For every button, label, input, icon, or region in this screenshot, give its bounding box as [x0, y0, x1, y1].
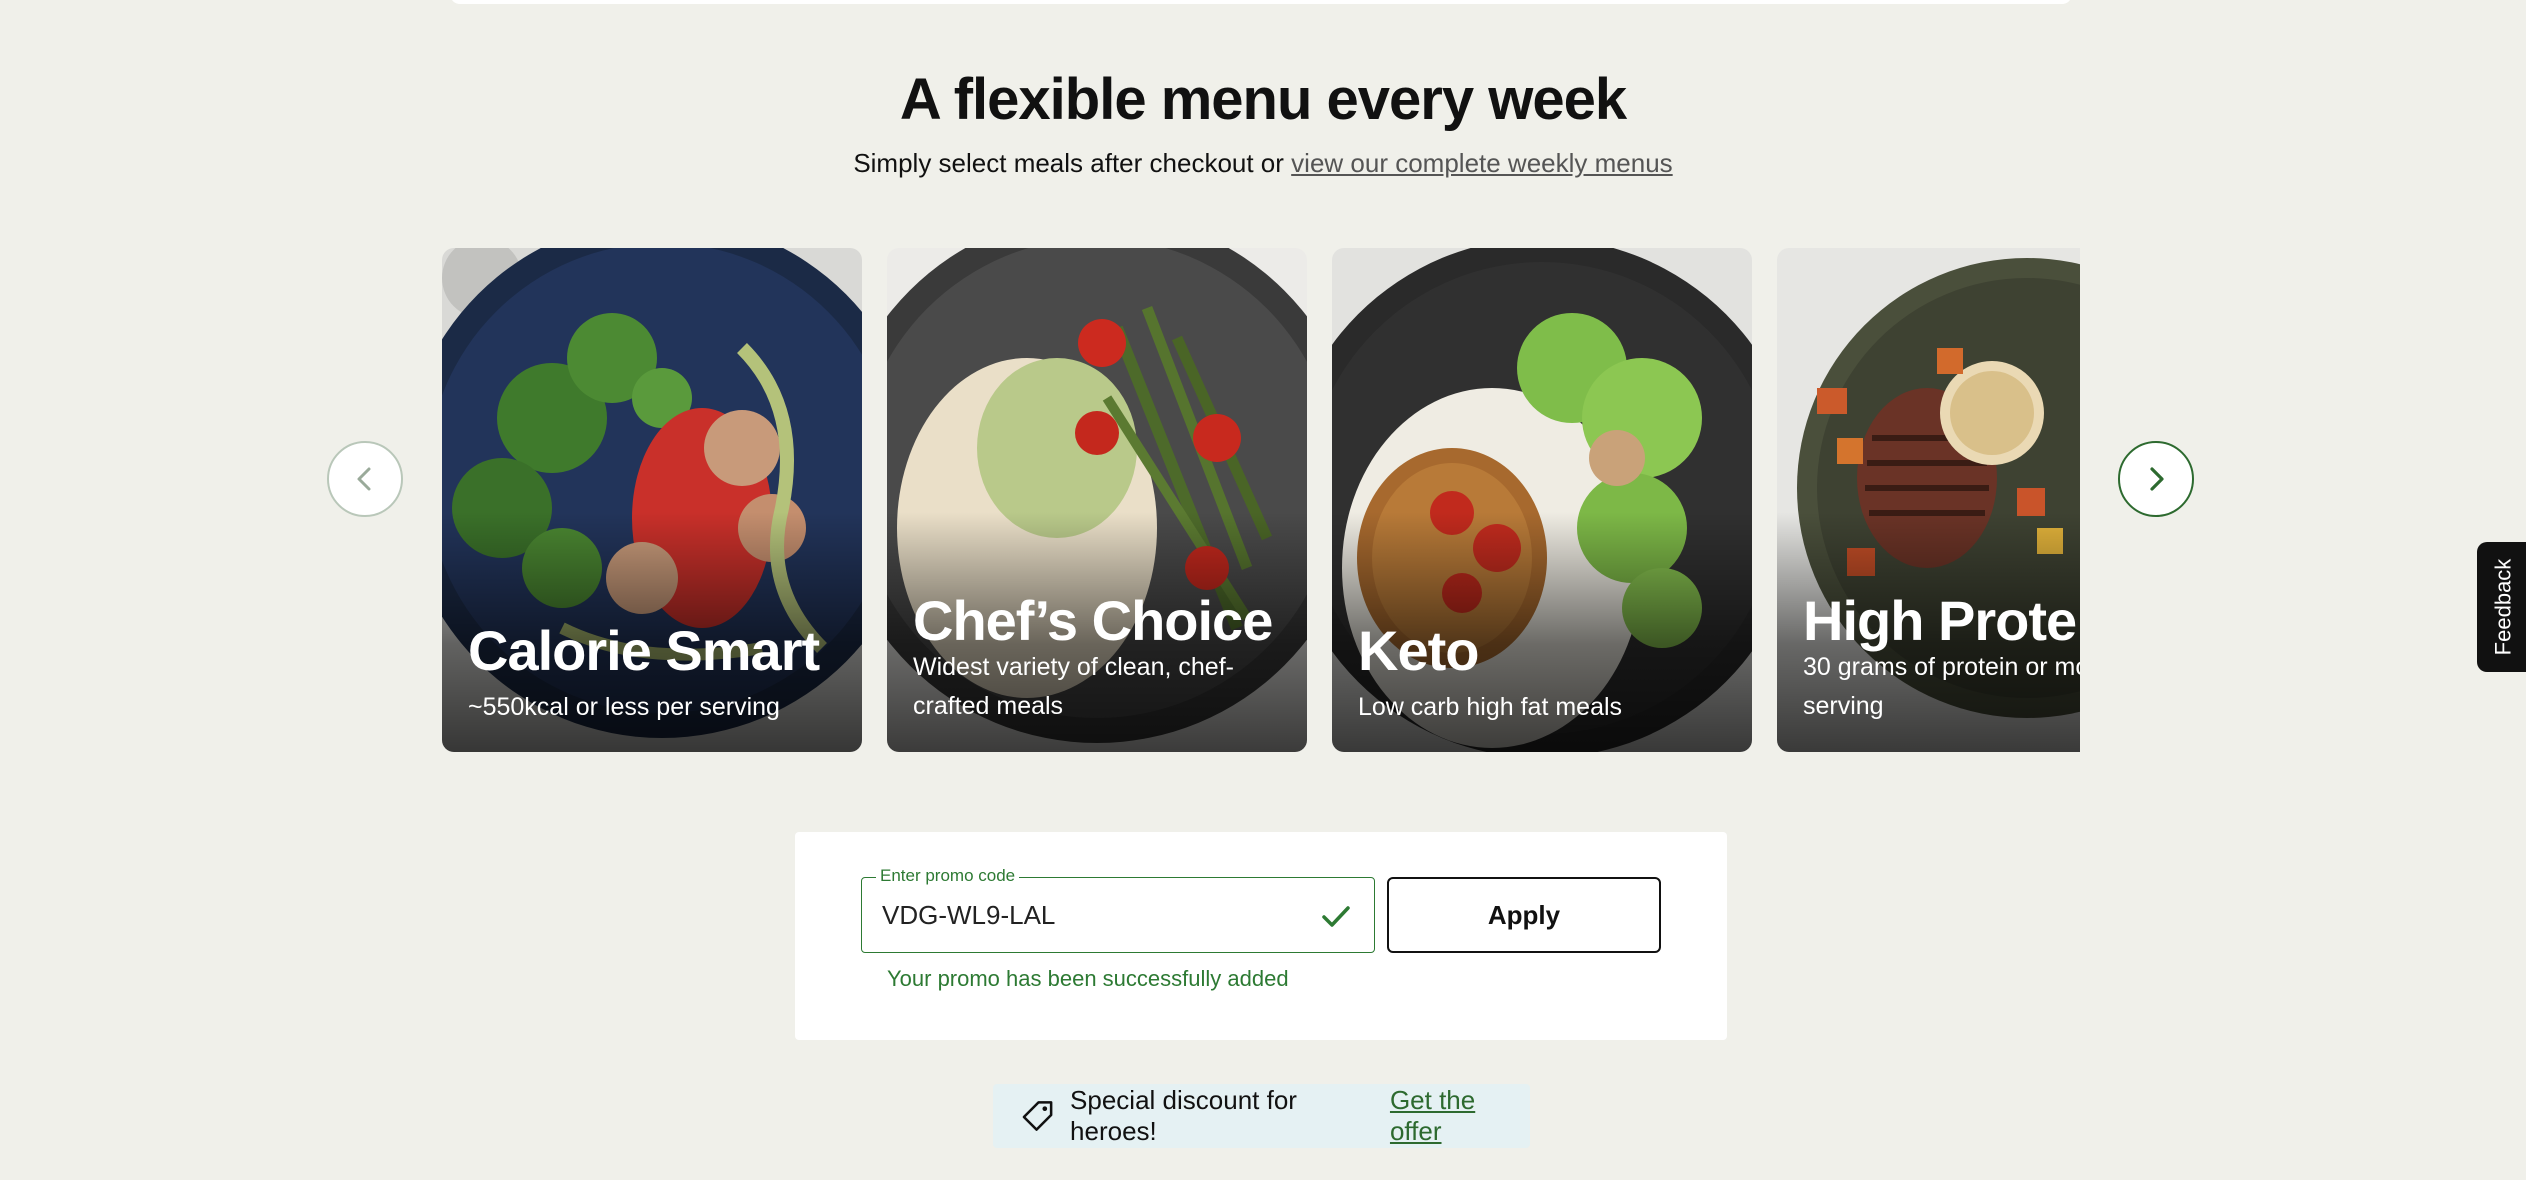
meal-card-description: Widest variety of clean, chef-crafted me…: [913, 653, 1234, 720]
section-title: A flexible menu every week: [899, 67, 1627, 132]
meal-card-title: Keto: [1358, 619, 1479, 682]
meal-plan-carousel: Calorie Smart ~550kcal or less per servi…: [442, 248, 2080, 752]
meal-card-description: 30 grams of protein or more per serving: [1803, 653, 2080, 720]
weekly-menus-link[interactable]: view our complete weekly menus: [1291, 148, 1673, 178]
offer-banner: Special discount for heroes! Get the off…: [993, 1084, 1530, 1148]
meal-card-title: Calorie Smart: [468, 619, 820, 682]
chevron-left-icon: [357, 467, 371, 491]
top-card: [450, 0, 2072, 4]
offer-text: Special discount for heroes!: [1070, 1085, 1297, 1146]
meal-card-description: Low carb high fat meals: [1358, 693, 1623, 721]
promo-code-label: Enter promo code: [876, 866, 1020, 886]
meal-card-title: Chef’s Choice: [913, 589, 1273, 652]
meal-card-description: ~550kcal or less per serving: [468, 693, 780, 721]
meal-card-chefs-choice[interactable]: Chef’s Choice Widest variety of clean, c…: [887, 248, 1307, 752]
section-subtitle: Simply select meals after checkout or vi…: [0, 148, 2526, 179]
carousel-prev-button[interactable]: [327, 441, 403, 517]
check-icon: [1322, 906, 1350, 927]
promo-code-input[interactable]: VDG-WL9-LAL: [882, 900, 1055, 931]
carousel-next-button[interactable]: [2118, 441, 2194, 517]
chevron-right-icon: [2150, 467, 2164, 491]
tag-icon: [1022, 1101, 1053, 1131]
meal-card-high-protein[interactable]: High Protein 30 grams of protein or more…: [1777, 248, 2080, 752]
promo-panel: Enter promo code VDG-WL9-LAL Apply Your …: [795, 832, 1727, 1040]
promo-code-field[interactable]: Enter promo code VDG-WL9-LAL: [861, 866, 1375, 953]
subtitle-text: Simply select meals after checkout or: [853, 148, 1284, 178]
meal-card-title: High Protein: [1803, 589, 2080, 652]
meal-card-keto[interactable]: Keto Low carb high fat meals: [1332, 248, 1752, 752]
get-offer-link[interactable]: Get the offer: [1390, 1085, 1530, 1147]
promo-success-message: Your promo has been successfully added: [887, 966, 1289, 991]
apply-button[interactable]: Apply: [1387, 877, 1661, 953]
meal-card-calorie-smart[interactable]: Calorie Smart ~550kcal or less per servi…: [442, 248, 862, 752]
feedback-label: Feedback: [2490, 558, 2515, 656]
feedback-tab[interactable]: Feedback: [2477, 542, 2526, 672]
